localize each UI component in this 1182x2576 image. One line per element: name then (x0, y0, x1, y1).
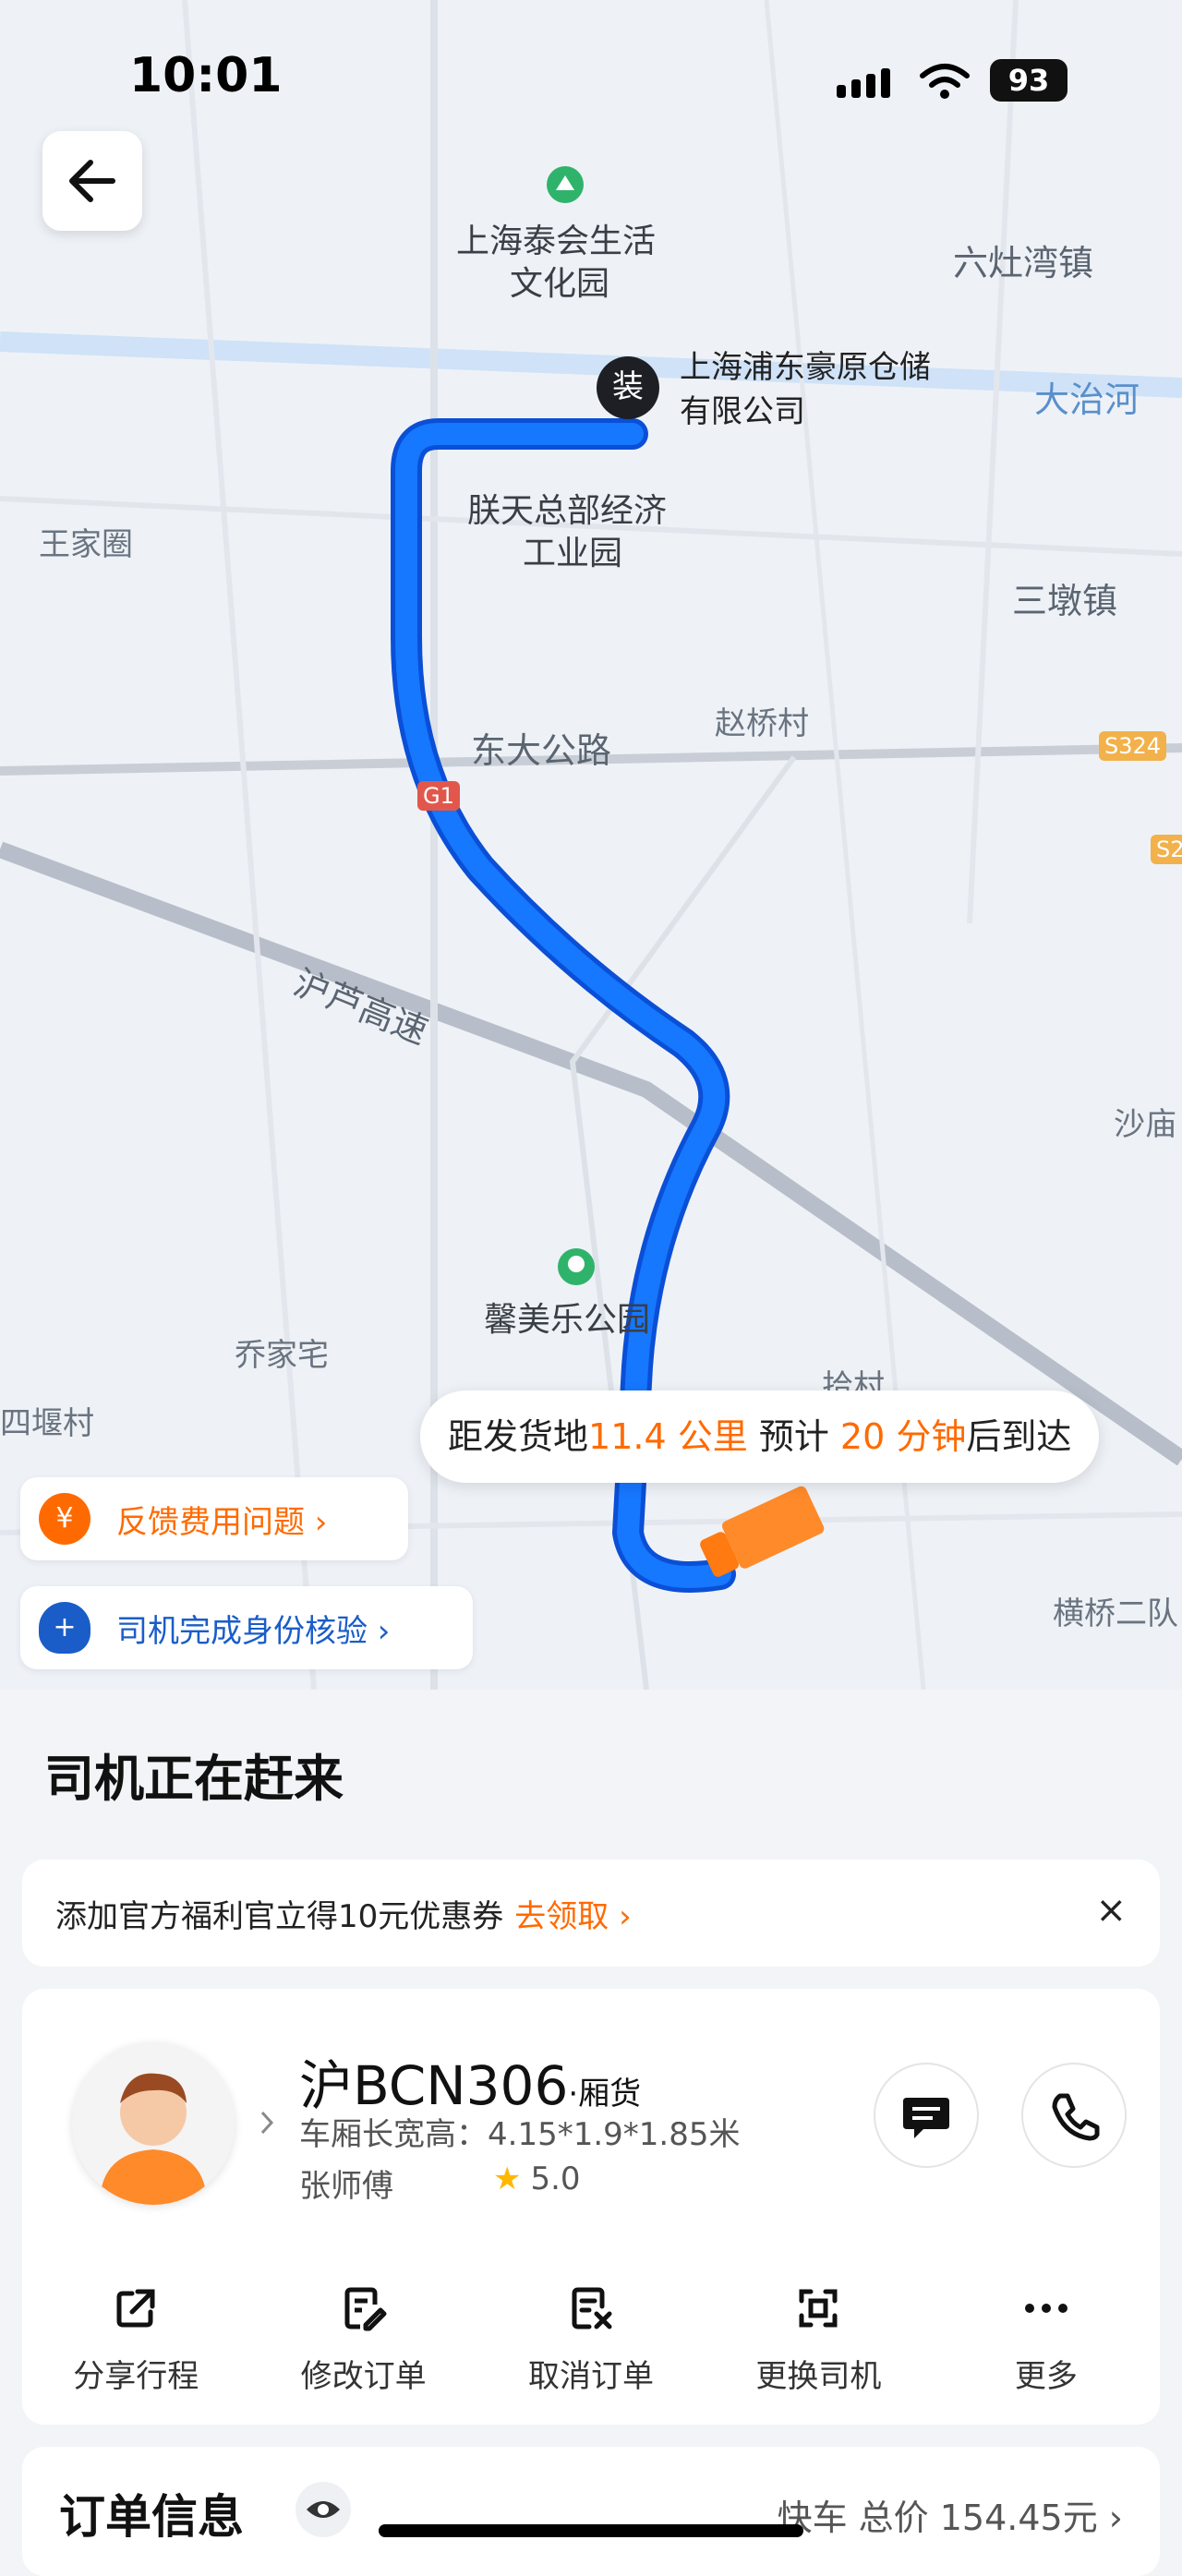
eta-suffix: 后到达 (966, 1416, 1072, 1457)
map-place: 王家圈 (39, 526, 133, 563)
highway-badge: S324 (1099, 731, 1167, 761)
eye-icon (307, 2501, 340, 2518)
wifi-icon (920, 64, 970, 99)
yuan-icon: ¥ (39, 1493, 90, 1545)
fee-feedback-label: 反馈费用问题 › (116, 1503, 328, 1541)
cancel-doc-icon (572, 2287, 612, 2329)
map-place: 文化园 (510, 265, 610, 303)
edit-order-label: 修改订单 (300, 2358, 427, 2395)
map-place: 工业园 (523, 535, 623, 572)
pickup-location-name: 上海浦东豪原仓储 有限公司 (680, 345, 957, 434)
truck-spec: 车厢长宽高：4.15*1.9*1.85米 (299, 2116, 741, 2153)
edit-icon (344, 2287, 387, 2331)
promo-close-button[interactable]: × (1095, 1889, 1127, 1932)
change-driver-label: 更换司机 (755, 2358, 882, 2395)
more-dots-icon (1024, 2304, 1067, 2313)
more-button[interactable]: 更多 (933, 2282, 1160, 2396)
map-place: 六灶湾镇 (953, 243, 1094, 283)
promo-claim-link[interactable]: 去领取 › (514, 1891, 631, 1936)
map-place: 沙庙 (1114, 1106, 1176, 1143)
share-trip-label: 分享行程 (73, 2358, 199, 2395)
map-place: 四堰村 (0, 1405, 94, 1442)
swap-icon (799, 2289, 838, 2328)
driver-verify-chip[interactable]: + 司机完成身份核验 › (20, 1586, 473, 1669)
driver-avatar[interactable] (72, 2042, 235, 2205)
park-icon (547, 166, 584, 203)
eta-middle: 预计 (758, 1416, 829, 1457)
order-info-title: 订单信息 (59, 2490, 244, 2544)
map-view[interactable]: 上海泰会生活 文化园 六灶湾镇 大治河 王家圈 朕天总部经济 工业园 三墩镇 东… (0, 0, 1182, 1690)
cancel-order-button[interactable]: 取消订单 (477, 2282, 705, 2396)
eta-time: 20 分钟 (839, 1416, 967, 1457)
cancel-order-label: 取消订单 (528, 2358, 655, 2395)
pickup-name-line1: 上海浦东豪原仓储 (680, 349, 931, 386)
star-icon: ★ (493, 2161, 522, 2197)
status-time: 10:01 (129, 48, 283, 103)
phone-icon (1052, 2093, 1100, 2141)
message-button[interactable] (874, 2063, 979, 2168)
highway-badge: S2 (1151, 835, 1182, 864)
driver-card: 沪BCN306·厢货 车厢长宽高：4.15*1.9*1.85米 张师傅 ★ 5.0… (22, 1989, 1160, 2425)
page-title: 司机正在赶来 (44, 1750, 344, 1808)
edit-order-button[interactable]: 修改订单 (249, 2282, 476, 2396)
promo-banner[interactable]: 添加官方福利官立得10元优惠券 去领取 › × (22, 1860, 1160, 1967)
status-bar: 10:01 93 (0, 48, 1182, 113)
home-indicator (379, 2524, 803, 2537)
call-button[interactable] (1021, 2063, 1127, 2168)
battery-indicator: 93 (990, 59, 1067, 102)
share-icon (116, 2289, 155, 2328)
park-icon (558, 1248, 595, 1285)
more-label: 更多 (1014, 2358, 1078, 2395)
eye-toggle-button[interactable] (296, 2482, 351, 2537)
driver-verify-label: 司机完成身份核验 › (116, 1612, 391, 1650)
truck-icon (700, 1486, 825, 1577)
map-place: 东大公路 (471, 730, 612, 771)
pickup-name-line2: 有限公司 (680, 393, 805, 430)
pickup-pin[interactable]: 装 (597, 356, 659, 419)
map-place: 乔家宅 (235, 1337, 329, 1374)
share-trip-button[interactable]: 分享行程 (22, 2282, 249, 2396)
order-info-card[interactable]: 订单信息 快车 总价 154.45元 › (22, 2447, 1160, 2576)
highway-badge: G1 (417, 781, 460, 811)
map-place: 三墩镇 (1012, 581, 1118, 621)
change-driver-button[interactable]: 更换司机 (705, 2282, 932, 2396)
eta-prefix: 距发货地 (448, 1416, 589, 1457)
arrow-left-icon (69, 160, 115, 202)
map-place: 赵桥村 (715, 705, 809, 742)
driver-name: 张师傅 (299, 2168, 393, 2205)
shield-icon: + (39, 1602, 90, 1654)
driver-rating: ★ 5.0 (493, 2161, 581, 2197)
eta-bubble: 距发货地11.4 公里 预计 20 分钟后到达 (420, 1390, 1100, 1483)
map-place: 大治河 (1034, 379, 1140, 420)
eta-distance: 11.4 公里 (588, 1416, 748, 1457)
chat-icon (903, 2098, 949, 2138)
rating-value: 5.0 (530, 2161, 581, 2197)
map-place: 朕天总部经济 (467, 492, 668, 530)
plate-number: 沪BCN306 (299, 2054, 569, 2117)
order-price-summary: 快车 总价 154.45元 › (777, 2498, 1123, 2538)
cellular-signal-icon (837, 68, 890, 98)
chevron-right-icon (260, 2111, 274, 2135)
map-place: 横桥二队 (1053, 1595, 1178, 1632)
map-place: 上海泰会生活 (456, 223, 657, 260)
back-button[interactable] (42, 131, 142, 231)
truck-type: ·厢货 (568, 2076, 642, 2113)
fee-feedback-chip[interactable]: ¥ 反馈费用问题 › (20, 1477, 408, 1560)
driver-avatar-image (72, 2042, 235, 2205)
action-bar: 分享行程 修改订单 取消订单 更换司机 更多 (22, 2282, 1160, 2396)
promo-text: 添加官方福利官立得10元优惠券 (55, 1897, 504, 1935)
map-place: 馨美乐公园 (484, 1301, 651, 1339)
